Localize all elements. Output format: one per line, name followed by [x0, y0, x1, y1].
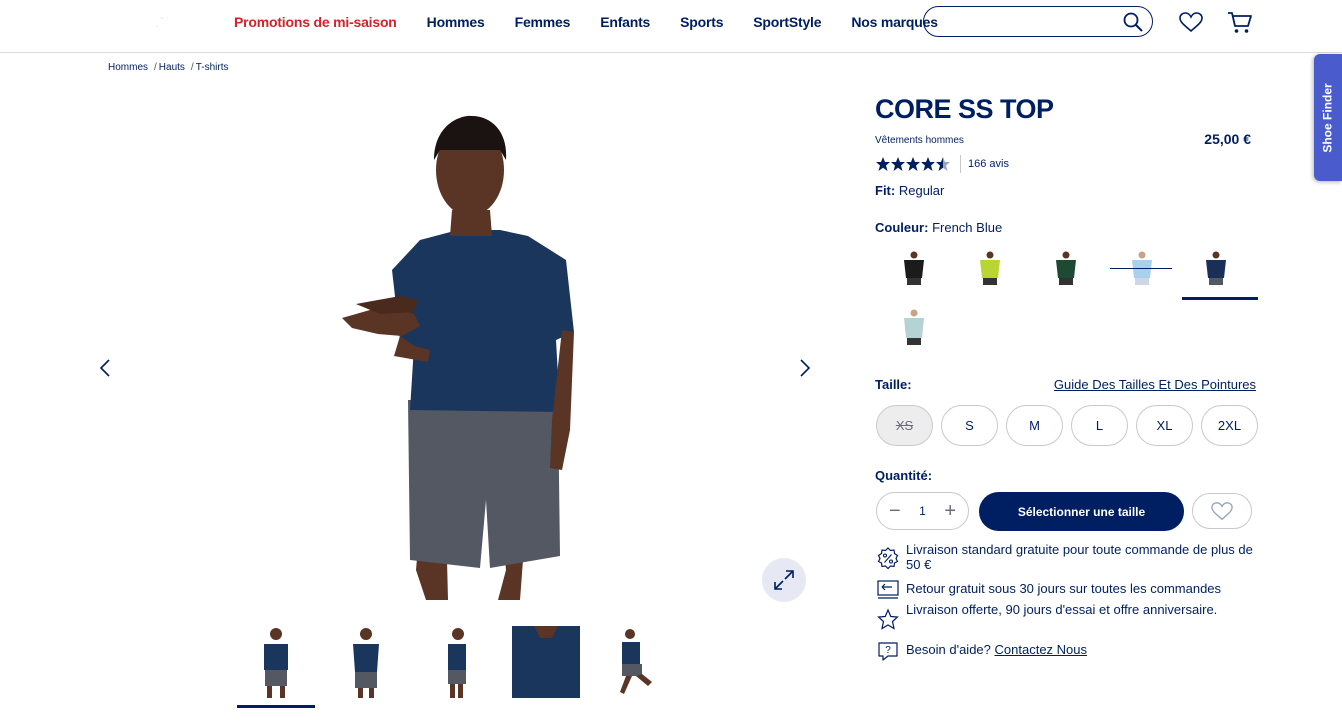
breadcrumb-tshirts[interactable]: T-shirts	[196, 62, 229, 73]
size-options: XS S M L XL 2XL	[876, 405, 1258, 446]
main-nav: Promotions de mi-saison Hommes Femmes En…	[234, 14, 968, 30]
size-guide-link[interactable]: Guide Des Tailles Et Des Pointures	[1054, 377, 1256, 392]
benefit-text: Retour gratuit sous 30 jours sur toutes …	[906, 581, 1222, 596]
thumbnail-image	[264, 628, 288, 698]
benefit-text: Livraison standard gratuite pour toute c…	[906, 542, 1253, 572]
percent-badge-icon	[877, 547, 899, 570]
quantity-increase-button[interactable]: +	[944, 501, 956, 521]
nav-sports[interactable]: Sports	[680, 14, 723, 30]
site-header: Promotions de mi-saison Hommes Femmes En…	[0, 0, 1342, 53]
benefit-membership: Livraison offerte, 90 jours d'essai et o…	[876, 602, 1256, 632]
shoe-finder-tab[interactable]: Shoe Finder	[1314, 54, 1342, 181]
gallery-next-arrow[interactable]	[794, 356, 816, 380]
nav-hommes[interactable]: Hommes	[427, 14, 485, 30]
review-count[interactable]: 166 avis	[968, 158, 1009, 170]
swatch-image	[904, 251, 924, 285]
nav-sportstyle[interactable]: SportStyle	[753, 14, 821, 30]
product-category: Vêtements hommes	[875, 135, 964, 146]
help-label: Besoin d'aide?	[906, 642, 991, 657]
quantity-value[interactable]: 1	[919, 504, 926, 518]
thumbnail-2[interactable]	[327, 626, 405, 702]
expand-icon	[774, 570, 794, 590]
fit-label: Fit:	[875, 183, 896, 198]
size-label: Taille:	[875, 377, 912, 392]
heart-icon[interactable]	[1178, 10, 1204, 36]
brand-logo[interactable]	[120, 10, 210, 36]
help-chat-icon: ?	[878, 642, 898, 661]
quantity-label: Quantité:	[875, 468, 933, 483]
rating-stars	[875, 156, 953, 172]
product-rating[interactable]: 166 avis	[875, 155, 1009, 173]
select-size-button[interactable]: Sélectionner une taille	[979, 492, 1184, 531]
size-l[interactable]: L	[1071, 405, 1128, 446]
nav-enfants[interactable]: Enfants	[600, 14, 650, 30]
thumbnail-image	[512, 626, 580, 698]
swatch-light-blue[interactable]	[1110, 240, 1186, 298]
swatch-image	[1132, 251, 1152, 285]
breadcrumb: Hommes / Hauts / T-shirts	[108, 62, 228, 73]
search-input[interactable]	[936, 7, 1126, 33]
nav-femmes[interactable]: Femmes	[515, 14, 571, 30]
product-main-image	[342, 115, 574, 600]
swatch-green[interactable]	[1028, 240, 1104, 298]
heart-icon	[1211, 502, 1233, 521]
size-xl[interactable]: XL	[1136, 405, 1193, 446]
product-title: CORE SS TOP	[875, 94, 1054, 124]
contact-us-link[interactable]: Contactez Nous	[995, 642, 1088, 657]
benefit-text: Livraison offerte, 90 jours d'essai et o…	[906, 602, 1218, 617]
add-to-wishlist-button[interactable]	[1192, 493, 1252, 529]
breadcrumb-separator: /	[190, 62, 194, 73]
thumbnail-4[interactable]	[507, 626, 585, 702]
search-icon[interactable]	[1122, 11, 1144, 33]
swatch-image	[1056, 251, 1076, 285]
cart-icon[interactable]	[1227, 10, 1253, 36]
color-label: Couleur:	[875, 220, 929, 235]
swatch-lime[interactable]	[952, 240, 1028, 298]
fit-value: Regular	[898, 183, 945, 198]
rating-divider	[960, 155, 961, 173]
help-contact: ? Besoin d'aide? Contactez Nous	[876, 639, 1087, 663]
benefit-free-shipping: Livraison standard gratuite pour toute c…	[876, 542, 1256, 572]
thumbnail-3[interactable]	[417, 626, 495, 702]
gallery-thumbnails	[237, 626, 675, 708]
star-badge-icon	[877, 608, 899, 630]
swatch-image	[1206, 251, 1226, 285]
zoom-button[interactable]	[762, 558, 806, 602]
size-xs[interactable]: XS	[876, 405, 933, 446]
shoe-finder-label: Shoe Finder	[1321, 82, 1335, 153]
swatch-french-blue[interactable]	[1178, 240, 1258, 300]
swatch-image	[904, 309, 924, 345]
size-s[interactable]: S	[941, 405, 998, 446]
quantity-label-wrap: Quantité:	[875, 468, 932, 483]
thumbnail-image	[353, 628, 379, 698]
star-icons	[876, 157, 950, 171]
svg-text:?: ?	[885, 645, 891, 656]
size-2xl[interactable]: 2XL	[1201, 405, 1258, 446]
return-truck-icon	[877, 580, 899, 599]
help-text: Besoin d'aide? Contactez Nous	[906, 642, 1087, 657]
swatch-black[interactable]	[876, 240, 952, 298]
nav-promotions[interactable]: Promotions de mi-saison	[234, 14, 397, 30]
swatch-sage[interactable]	[876, 300, 952, 358]
size-selector-label: Taille:	[875, 377, 912, 392]
quantity-decrease-button[interactable]: −	[889, 501, 901, 521]
product-price: 25,00 €	[1204, 131, 1251, 147]
thumbnail-1[interactable]	[237, 626, 315, 708]
color-value: French Blue	[932, 220, 1003, 235]
benefit-free-returns: Retour gratuit sous 30 jours sur toutes …	[876, 578, 1256, 602]
product-fit: Fit: Regular	[875, 183, 944, 198]
breadcrumb-hauts[interactable]: Hauts	[159, 62, 185, 73]
color-selector-label: Couleur: French Blue	[875, 220, 1002, 235]
search-box	[923, 6, 1153, 37]
quantity-stepper: − 1 +	[876, 492, 969, 530]
breadcrumb-separator: /	[154, 62, 157, 73]
gallery-prev-arrow[interactable]	[94, 356, 116, 380]
breadcrumb-hommes[interactable]: Hommes	[108, 62, 148, 73]
swatch-image	[980, 251, 1000, 285]
size-m[interactable]: M	[1006, 405, 1063, 446]
thumbnail-5[interactable]	[597, 626, 675, 702]
thumbnail-image	[620, 629, 652, 694]
thumbnail-image	[448, 628, 466, 698]
